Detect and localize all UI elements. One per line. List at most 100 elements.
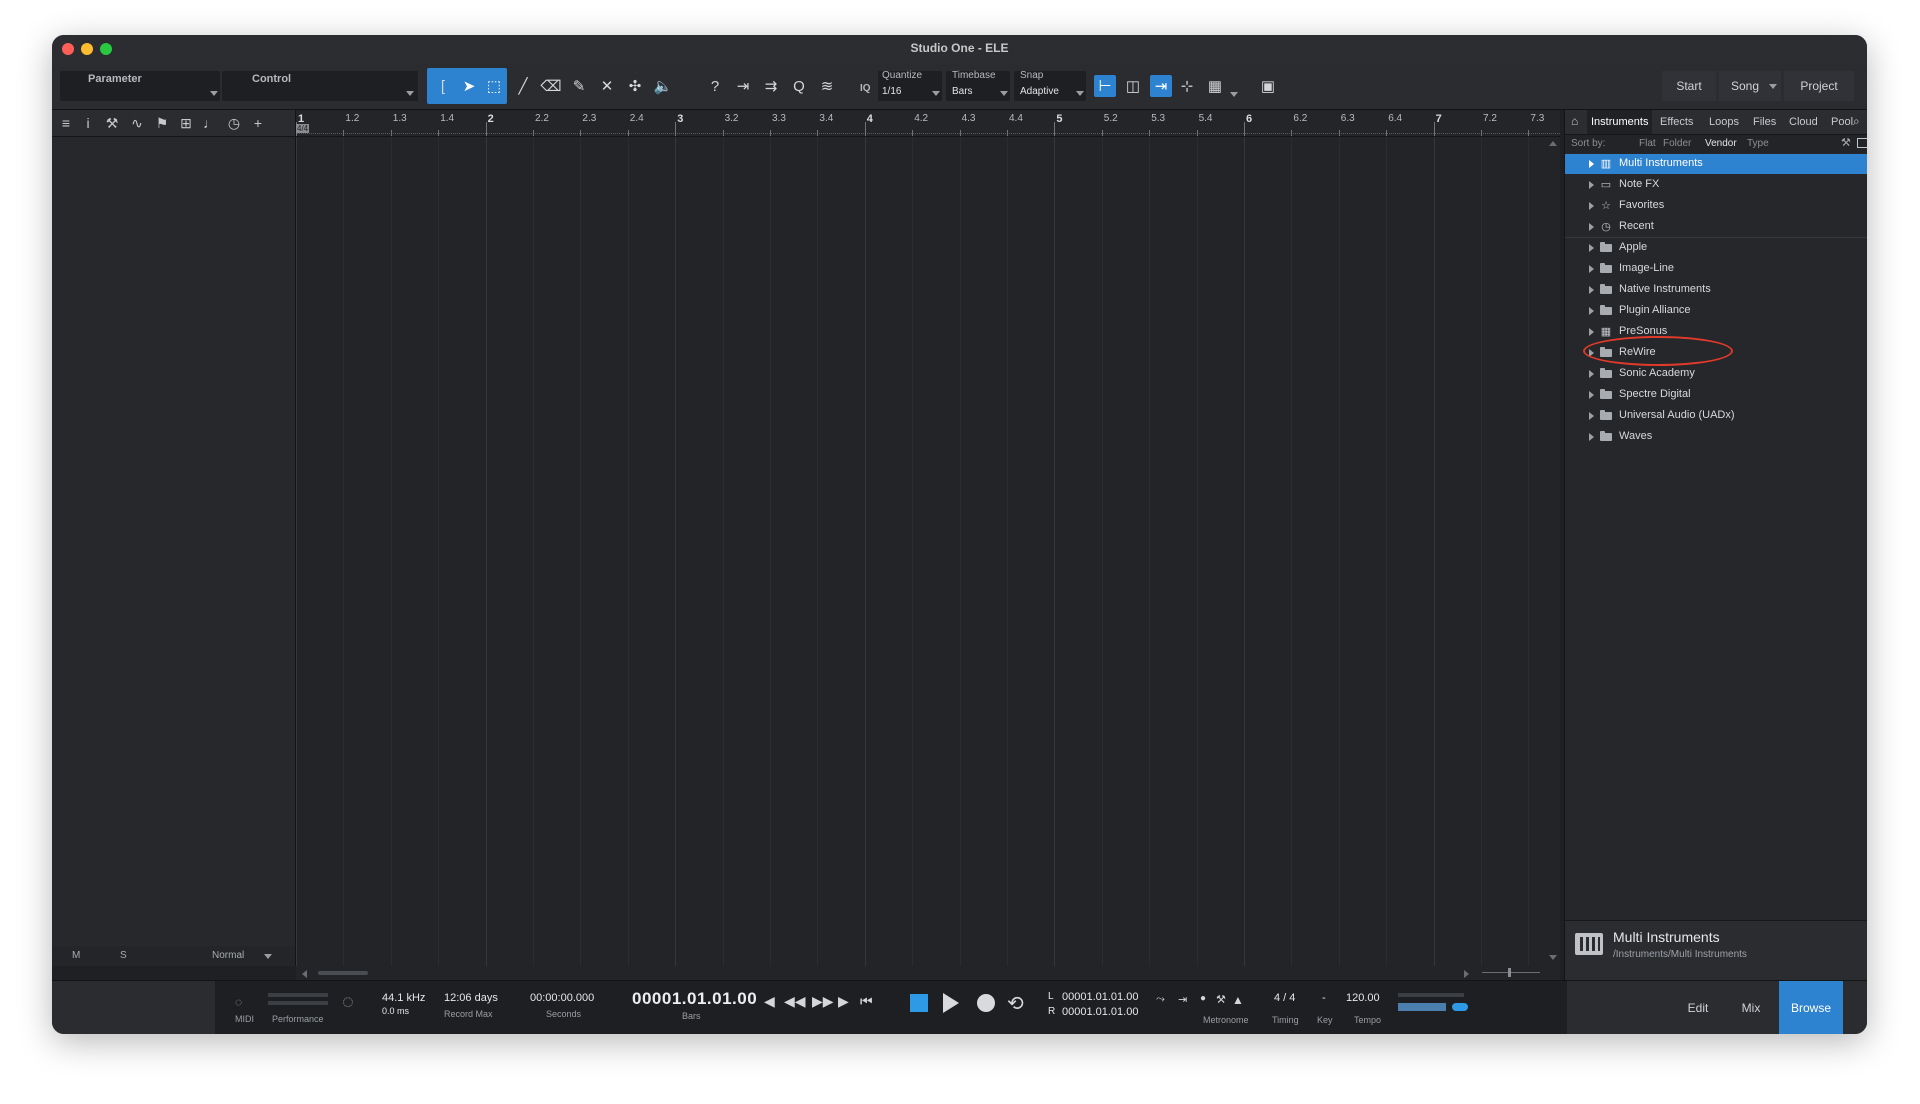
next-marker-icon[interactable]: ▶ [838,993,849,1010]
grid-options-icon[interactable]: ▦ [1204,75,1226,97]
scroll-down-icon[interactable] [1549,955,1557,960]
expand-arrow-icon[interactable] [1589,391,1594,399]
performance-label[interactable]: Performance [272,1014,324,1024]
browser-layout-icon[interactable] [1857,138,1867,148]
snap-selector[interactable]: Snap Adaptive [1014,70,1086,101]
scroll-up-icon[interactable] [1549,141,1557,146]
browser-item[interactable]: Sonic Academy [1565,364,1867,384]
browser-item[interactable]: ▭ Note FX [1565,175,1867,195]
expand-arrow-icon[interactable] [1589,370,1594,378]
song-button[interactable]: Song [1719,71,1781,101]
browser-item[interactable]: ▥ Multi Instruments [1565,154,1867,174]
loop-right-value[interactable]: 00001.01.01.00 [1062,1006,1138,1018]
scroll-right-icon[interactable] [1464,970,1469,978]
time-bars-value[interactable]: 00001.01.01.00 [632,989,757,1009]
expand-arrow-icon[interactable] [1589,223,1594,231]
play-button[interactable] [943,993,959,1013]
split-tool-icon[interactable]: ╱ [512,75,534,97]
snap-to-grid-icon[interactable]: ⊢ [1094,75,1116,97]
chord-track-icon[interactable]: ♩ [200,114,220,132]
automation-icon[interactable]: ∿ [127,114,147,132]
mix-button[interactable]: Mix [1726,981,1776,1034]
mute-all-button[interactable]: M [72,950,80,961]
tab-pool[interactable]: Pool [1831,116,1853,128]
zoom-slider[interactable] [1482,972,1540,973]
time-seconds-value[interactable]: 00:00:00.000 [530,992,594,1004]
sort-flat[interactable]: Flat [1639,138,1656,149]
eraser-tool-icon[interactable]: ⌫ [540,75,562,97]
tab-cloud[interactable]: Cloud [1789,116,1818,128]
scroll-left-icon[interactable] [302,970,307,978]
master-toggle[interactable] [1452,1003,1468,1011]
edit-button[interactable]: Edit [1673,981,1723,1034]
arranger-track-icon[interactable]: ⊞ [176,114,196,132]
snap-to-events-icon[interactable]: ◫ [1122,75,1144,97]
browser-home-icon[interactable]: ⌂ [1571,114,1578,128]
rewind-icon[interactable]: ◀◀ [784,993,806,1010]
control-selector[interactable]: Control [222,71,418,101]
follow-icon[interactable]: ⇉ [760,75,782,97]
expand-arrow-icon[interactable] [1589,202,1594,210]
expand-arrow-icon[interactable] [1589,433,1594,441]
punch-icon[interactable]: ⤳ [1156,993,1165,1006]
browser-item[interactable]: Image-Line [1565,259,1867,279]
wrench-icon[interactable]: ⚒ [102,114,122,132]
solo-all-button[interactable]: S [120,950,127,961]
tempo-track-icon[interactable]: ◷ [224,114,244,132]
browser-settings-icon[interactable]: ⚒ [1841,136,1851,149]
browser-item[interactable]: ◷ Recent [1565,217,1867,237]
expand-arrow-icon[interactable] [1589,244,1594,252]
timeline-ruler[interactable]: 1 1.2 1.3 1.4 2 2.2 2.3 2.4 3 3.2 3.3 3.4 4 4.2 4.3 4.4… [296,110,1560,137]
channel-editor-icon[interactable]: ▣ [1257,75,1279,97]
mute-tool-icon[interactable]: ✕ [596,75,618,97]
key-value[interactable]: - [1322,992,1326,1004]
browser-item[interactable]: Native Instruments [1565,280,1867,300]
track-mode-selector[interactable]: Normal [212,950,244,961]
expand-arrow-icon[interactable] [1589,412,1594,420]
timing-value[interactable]: 4 / 4 [1274,992,1295,1004]
expand-arrow-icon[interactable] [1589,328,1594,336]
vertical-scrollbar[interactable] [1546,137,1560,966]
dropout-protection-icon[interactable]: ◌ [342,991,354,1014]
chevron-down-icon[interactable] [1230,92,1238,97]
loop-left-value[interactable]: 00001.01.01.00 [1062,991,1138,1003]
track-list-empty-area[interactable] [52,137,295,966]
sort-vendor[interactable]: Vendor [1705,138,1737,149]
sort-folder[interactable]: Folder [1663,138,1691,149]
bend-tool-icon[interactable]: ✣ [624,75,646,97]
expand-arrow-icon[interactable] [1589,286,1594,294]
browser-item[interactable]: Waves [1565,427,1867,447]
sort-type[interactable]: Type [1747,138,1769,149]
quantize-selector[interactable]: Quantize 1/16 [878,70,942,101]
metronome-icon[interactable]: ▲ [1232,993,1244,1007]
add-track-icon[interactable]: + [248,114,268,132]
help-icon[interactable]: ? [704,75,726,97]
split-at-cursor-icon[interactable]: ⊹ [1176,75,1198,97]
zoom-slider-handle[interactable] [1508,968,1511,977]
previous-marker-icon[interactable]: ◀ [764,993,775,1010]
tab-files[interactable]: Files [1753,116,1776,128]
search-icon[interactable]: ⌕ [1853,114,1860,129]
time-signature-marker[interactable]: 4/4 [296,124,310,133]
expand-arrow-icon[interactable] [1589,265,1594,273]
loop-icon[interactable]: ⟲ [1007,991,1024,1016]
info-icon[interactable]: i [78,114,98,132]
expand-arrow-icon[interactable] [1589,181,1594,189]
autopunch-icon[interactable]: ⇥ [1178,993,1187,1006]
browser-item[interactable]: Spectre Digital [1565,385,1867,405]
auto-scroll-icon[interactable]: ⇥ [732,75,754,97]
record-button[interactable] [977,994,995,1012]
browser-item[interactable]: Plugin Alliance [1565,301,1867,321]
return-to-zero-icon[interactable]: ⏮ [860,993,873,1010]
horizontal-scrollbar[interactable] [296,966,1560,980]
marker-flag-icon[interactable]: ⚑ [152,114,172,132]
tab-loops[interactable]: Loops [1709,116,1739,128]
browser-item[interactable]: ☆ Favorites [1565,196,1867,216]
tab-effects[interactable]: Effects [1660,116,1693,128]
listen-tool-icon[interactable]: 🔈 [652,75,674,97]
stop-button[interactable] [910,994,928,1012]
chevron-down-icon[interactable] [264,954,272,959]
tab-instruments[interactable]: Instruments [1587,110,1653,134]
snap-to-cursor-icon[interactable]: ⇥ [1150,75,1172,97]
browse-button[interactable]: Browse [1779,981,1843,1034]
